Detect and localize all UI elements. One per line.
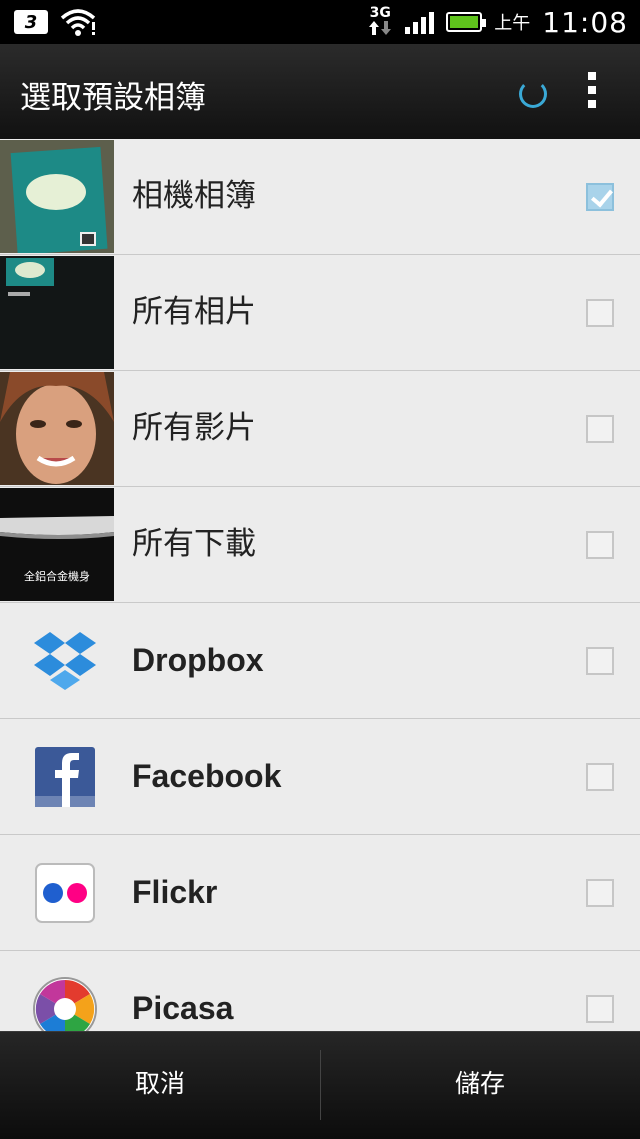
album-checkbox[interactable] [586, 879, 614, 907]
picasa-icon [33, 977, 97, 1031]
album-checkbox[interactable] [586, 531, 614, 559]
album-label: Facebook [132, 758, 282, 794]
signal-strength-icon [405, 10, 435, 34]
album-label: Picasa [132, 990, 234, 1026]
wifi-icon [60, 9, 96, 36]
list-item-flickr[interactable]: Flickr [0, 835, 640, 951]
album-checkbox[interactable] [586, 415, 614, 443]
album-checkbox[interactable] [586, 183, 614, 211]
list-item-all-photos[interactable]: 所有相片 [0, 255, 640, 371]
list-item-dropbox[interactable]: Dropbox [0, 603, 640, 719]
album-label: 所有下載 [132, 526, 256, 562]
network-type: 3G [369, 4, 391, 21]
network-3g-icon: 3G [367, 6, 393, 39]
album-checkbox[interactable] [586, 647, 614, 675]
album-label: 所有相片 [132, 294, 256, 330]
status-bar: 3 3G 上午 11:08 [0, 0, 640, 44]
album-label: 所有影片 [132, 410, 256, 446]
album-list: 相機相簿 所有相片 所有影片 全鋁合金機身 所有下載 Dropbox Faceb… [0, 139, 640, 1031]
data-arrows-icon [369, 20, 392, 35]
camera-album-thumbnail [0, 140, 114, 253]
save-button[interactable]: 儲存 [320, 1032, 640, 1139]
all-videos-thumbnail [0, 372, 114, 485]
album-label: Dropbox [132, 642, 264, 678]
status-left: 3 [14, 8, 96, 36]
all-photos-thumbnail [0, 256, 114, 369]
album-checkbox[interactable] [586, 763, 614, 791]
list-item-all-downloads[interactable]: 全鋁合金機身 所有下載 [0, 487, 640, 603]
list-item-facebook[interactable]: Facebook [0, 719, 640, 835]
flickr-icon [35, 863, 95, 923]
page-title: 選取預設相簿 [20, 80, 206, 116]
list-item-picasa[interactable]: Picasa [0, 951, 640, 1031]
list-item-all-videos[interactable]: 所有影片 [0, 371, 640, 487]
loading-spinner-icon [519, 80, 547, 108]
dropbox-icon [34, 632, 96, 690]
status-right: 3G 上午 11:08 [367, 4, 628, 40]
carrier-icon: 3 [14, 10, 48, 34]
all-downloads-thumbnail: 全鋁合金機身 [0, 488, 114, 601]
album-label: 相機相簿 [132, 178, 256, 214]
list-item-camera-album[interactable]: 相機相簿 [0, 139, 640, 255]
clock-time: 11:08 [542, 5, 628, 39]
thumbnail-caption: 全鋁合金機身 [24, 569, 90, 583]
footer-bar: 取消 儲存 [0, 1031, 640, 1139]
overflow-menu-icon[interactable] [586, 72, 598, 112]
facebook-icon [35, 747, 95, 807]
album-label: Flickr [132, 874, 218, 910]
battery-icon [446, 12, 487, 32]
album-checkbox[interactable] [586, 995, 614, 1023]
cancel-button[interactable]: 取消 [0, 1032, 320, 1139]
album-checkbox[interactable] [586, 299, 614, 327]
action-bar: 選取預設相簿 [0, 44, 640, 140]
clock-ampm: 上午 [494, 13, 531, 34]
